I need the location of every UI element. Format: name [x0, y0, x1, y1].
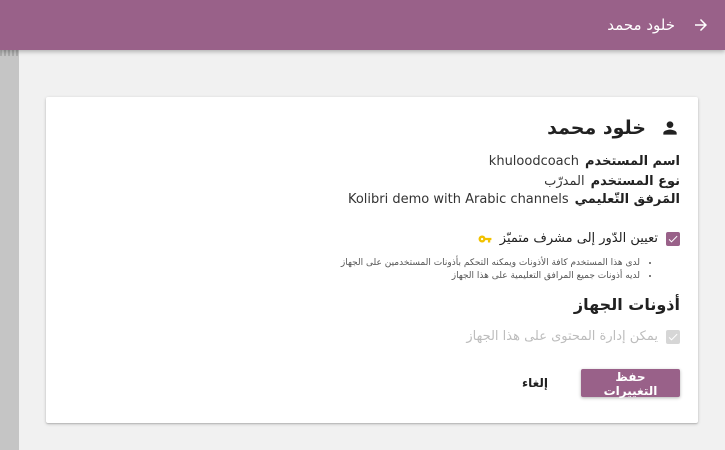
person-icon	[660, 118, 680, 138]
super-admin-checkbox[interactable]	[666, 231, 680, 246]
manage-content-label: يمكن إدارة المحتوى على هذا الجهاز	[466, 329, 658, 344]
user-full-name: خلود محمد	[547, 117, 646, 139]
user-permissions-card: خلود محمد اسم المستخدم khuloodcoach نوع …	[46, 97, 698, 423]
super-admin-label[interactable]: تعيين الدّور إلى مشرف متميّز	[500, 231, 658, 246]
save-changes-button[interactable]: حفظ التغييرات	[581, 369, 680, 398]
username-row: اسم المستخدم khuloodcoach	[489, 153, 680, 171]
manage-content-row: يمكن إدارة المحتوى على هذا الجهاز	[466, 329, 680, 344]
user-type-value: المدرّب	[544, 174, 585, 189]
username-value: khuloodcoach	[488, 154, 580, 169]
user-type-row: نوع المستخدم المدرّب	[544, 173, 680, 191]
device-permissions-heading: أذونات الجهاز	[573, 295, 680, 314]
arrow-forward-icon[interactable]	[689, 13, 713, 37]
super-admin-description: لدى هذا المستخدم كافة الأذونات ويمكنه ال…	[341, 257, 654, 283]
key-icon	[478, 232, 492, 246]
facility-value: Kolibri demo with Arabic channels	[347, 192, 569, 207]
app-bar-title: خلود محمد	[607, 16, 675, 34]
resize-grip[interactable]	[0, 50, 19, 56]
app-bar: خلود محمد	[0, 0, 725, 50]
user-header: خلود محمد	[547, 115, 680, 141]
side-panel-edge	[0, 50, 19, 450]
super-admin-row: تعيين الدّور إلى مشرف متميّز	[478, 231, 680, 246]
list-item: لديه أذونات جميع المرافق التعليمية على ه…	[341, 270, 640, 283]
cancel-button[interactable]: إلغاء	[510, 369, 560, 397]
username-label: اسم المستخدم	[585, 154, 680, 169]
list-item: لدى هذا المستخدم كافة الأذونات ويمكنه ال…	[341, 257, 640, 270]
facility-row: المَرفق التّعليمي Kolibri demo with Arab…	[348, 191, 680, 209]
manage-content-checkbox[interactable]	[666, 329, 680, 344]
facility-label: المَرفق التّعليمي	[574, 192, 680, 207]
user-type-label: نوع المستخدم	[590, 174, 680, 189]
